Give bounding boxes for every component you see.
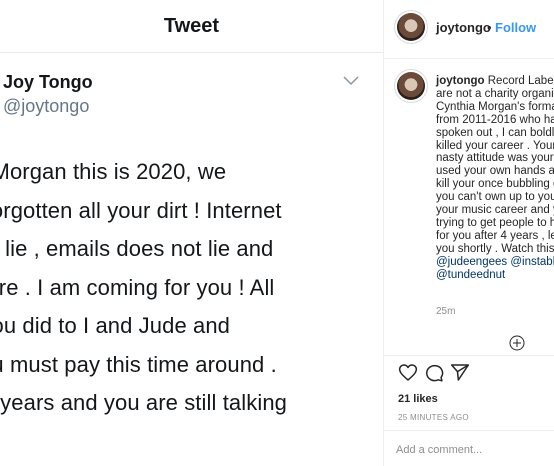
caption-line: killed your career . Your (436, 139, 554, 152)
caption-line: from 2011-2016 who ha (436, 113, 554, 126)
caption-line: used your own hands ar (436, 165, 554, 178)
tweet-body-line: 't forgotten all your dirt ! Internet (0, 197, 282, 223)
caption-line: trying to get people to h (436, 216, 554, 229)
chevron-down-icon[interactable] (343, 76, 359, 86)
tweet-author-handle[interactable]: @joytongo (3, 96, 89, 117)
post-time-ago: 25 MINUTES AGO (398, 413, 469, 422)
caption-line: joytongo Record Label / (436, 75, 554, 88)
post-caption: joytongo Record Label / are not a charit… (436, 75, 554, 282)
tweet-body-line: not lie , emails does not lie and (0, 236, 274, 261)
tweet-screenshot: Tweet Joy Tongo @joytongo ia Morgan this… (0, 0, 383, 466)
caption-line: nasty attitude was your (436, 152, 554, 165)
instagram-post-panel: joytongo • Follow joytongo Record Label … (383, 0, 554, 466)
likes-count[interactable]: 21 likes (398, 393, 438, 405)
header-divider (384, 58, 554, 59)
heart-icon[interactable] (398, 363, 418, 382)
caption-line: for you after 4 years , let (436, 229, 554, 242)
caption-mentions[interactable]: @judeengees @instablo (436, 256, 554, 269)
caption-line: kill your once bubbling c (436, 178, 554, 191)
tweet-body-line: ia Morgan this is 2020, we (0, 159, 227, 184)
plus-circle-icon[interactable] (509, 335, 525, 351)
tweet-body-line: you must pay this time around . (0, 351, 277, 377)
caption-line: you can't own up to you (436, 191, 554, 204)
actions-divider (384, 355, 554, 356)
follow-button[interactable]: Follow (495, 20, 536, 35)
caption-line: are not a charity organiz (436, 87, 554, 100)
separator-dot: • (487, 20, 492, 35)
comment-input[interactable] (396, 440, 546, 460)
tweet-body-line: more . I am coming for you ! All (0, 274, 275, 300)
caption-username[interactable]: joytongo (436, 75, 485, 87)
tweet-header-divider (0, 52, 383, 53)
caption-mention[interactable]: @tundeednut (436, 269, 554, 282)
avatar[interactable] (397, 13, 425, 41)
caption-avatar[interactable] (397, 72, 425, 100)
caption-text: Record Label / (487, 75, 554, 87)
tweet-body-line: t you did to I and Jude and (0, 313, 231, 338)
caption-line: your music career and y (436, 204, 554, 217)
caption-line: you shortly . Watch this (436, 242, 554, 255)
caption-timestamp: 25m (436, 306, 456, 317)
tweet-body-line: r 4 years and you are still talking (0, 390, 287, 415)
caption-line: spoken out , I can boldly (436, 126, 554, 139)
caption-line: Cynthia Morgan's forma (436, 100, 554, 113)
tweet-author-name[interactable]: Joy Tongo (3, 72, 93, 93)
share-icon[interactable] (450, 363, 470, 382)
tweet-header-title: Tweet (163, 15, 220, 37)
tweet-body: ia Morgan this is 2020, we 't forgotten … (0, 153, 383, 423)
post-username[interactable]: joytongo (436, 20, 491, 35)
comment-divider (384, 430, 554, 431)
comment-icon[interactable] (424, 363, 444, 382)
